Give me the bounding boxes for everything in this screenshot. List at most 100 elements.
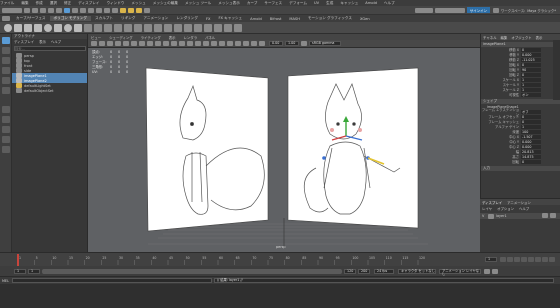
poly-cube-icon[interactable] (14, 23, 22, 32)
menu-mesh-tools[interactable]: メッシュ ツール (185, 1, 211, 6)
menu-display[interactable]: ディスプレイ (78, 1, 99, 6)
step-back-frame-icon[interactable] (514, 257, 520, 262)
go-to-end-icon[interactable] (549, 257, 555, 262)
poly-disc-icon[interactable] (64, 23, 72, 32)
attr-value[interactable]: 0.000 (521, 144, 541, 149)
time-slider[interactable]: 1 5 10 15 20 25 30 35 40 45 50 55 60 65 70 75 80 85 90 95 10… (0, 252, 560, 266)
menu-cache[interactable]: キャッシュ (340, 1, 358, 6)
channel-menu-edit[interactable]: 編集 (501, 35, 508, 40)
safe-action-icon[interactable] (163, 41, 169, 46)
input-field-icon[interactable] (434, 7, 465, 13)
menu-deform[interactable]: デフォーム (289, 1, 307, 6)
viewport-menu-panels[interactable]: パネル (205, 35, 215, 40)
smooth-shade-icon[interactable] (179, 41, 185, 46)
anim-start-field[interactable]: 1 (14, 268, 26, 274)
attr-value[interactable]: 1 (521, 77, 541, 82)
channel-menu-object[interactable]: オブジェクト (511, 35, 531, 40)
tab-xgen[interactable]: XGen (356, 17, 374, 21)
menu-generate[interactable]: 生成 (326, 1, 333, 6)
menu-edit-mesh[interactable]: メッシュの編集 (153, 1, 178, 6)
menuset-dropdown-icon[interactable] (2, 7, 22, 13)
go-to-start-icon[interactable] (500, 257, 506, 262)
use-all-lights-icon[interactable] (203, 41, 209, 46)
multi-cut-icon[interactable] (184, 23, 192, 32)
playback-end-field[interactable]: 120 (344, 268, 356, 274)
symmetry-icon[interactable] (414, 7, 433, 13)
tab-mash[interactable]: MASH (285, 17, 304, 21)
paint-select-tool-icon[interactable] (2, 57, 10, 64)
menu-surfaces[interactable]: サーフェス (264, 1, 282, 6)
command-input[interactable] (11, 278, 212, 283)
attr-value[interactable]: オン (521, 92, 541, 97)
attr-value[interactable]: 90 (521, 67, 541, 72)
render-view-icon[interactable] (120, 7, 126, 13)
rotate-tool-icon[interactable] (2, 77, 10, 84)
wireframe-icon[interactable] (171, 41, 177, 46)
attr-value[interactable]: 1 (521, 124, 541, 129)
planar-map-icon[interactable] (224, 23, 232, 32)
step-forward-frame-icon[interactable] (535, 257, 541, 262)
layer-menu-layers[interactable]: レイヤ (482, 206, 492, 211)
gate-mask-icon[interactable] (147, 41, 153, 46)
select-tool-icon[interactable] (2, 37, 10, 44)
menu-select[interactable]: 選択 (50, 1, 57, 6)
tab-bifrost[interactable]: Bifrost (266, 17, 286, 21)
menu-mesh-display[interactable]: メッシュ表示 (218, 1, 240, 6)
attr-value[interactable]: オフ (521, 109, 541, 114)
current-time-marker[interactable] (17, 254, 19, 266)
select-hierarchy-icon[interactable] (64, 7, 70, 13)
tab-animation[interactable]: アニメーション (139, 16, 172, 21)
textured-icon[interactable] (195, 41, 201, 46)
attr-value[interactable]: 20.813 (521, 149, 541, 154)
shadows-icon[interactable] (211, 41, 217, 46)
lasso-tool-icon[interactable] (2, 47, 10, 54)
select-camera-icon[interactable] (91, 41, 97, 46)
current-frame-field[interactable]: 1 (485, 257, 497, 262)
menu-file[interactable]: ファイル (0, 1, 14, 6)
wireframe-on-shaded-icon[interactable] (187, 41, 193, 46)
layer-menu-options[interactable]: オプション (497, 206, 514, 211)
xray-icon[interactable] (251, 41, 257, 46)
anim-layer-dropdown[interactable]: アニメーション レイヤなし (439, 268, 481, 275)
combine-icon[interactable] (104, 23, 112, 32)
persp-outliner-layout-icon[interactable] (2, 146, 10, 153)
far-clip-field[interactable]: 1.00 (285, 41, 299, 46)
viewport-menu-show[interactable]: 表示 (169, 35, 176, 40)
attr-value[interactable]: 1 (521, 82, 541, 87)
ambient-occlusion-icon[interactable] (219, 41, 225, 46)
new-layer-selected-icon[interactable] (550, 213, 556, 218)
attr-value[interactable]: 0.000 (521, 52, 541, 57)
shelf-gear-icon[interactable] (2, 16, 10, 21)
color-space-field[interactable]: sRGB gamma (309, 41, 341, 46)
image-plane-right[interactable] (287, 67, 419, 229)
menu-mesh[interactable]: メッシュ (131, 1, 145, 6)
outliner-menu-show[interactable]: 表示 (39, 39, 46, 44)
tab-rendering[interactable]: レンダリング (172, 16, 202, 21)
bookmark-icon[interactable] (107, 41, 113, 46)
playback-start-field[interactable]: 1 (28, 268, 40, 274)
attr-value[interactable]: 1 (521, 87, 541, 92)
signin-button[interactable]: サインイン (466, 7, 490, 13)
color-management-icon[interactable] (301, 41, 307, 46)
attr-value[interactable]: 0 (521, 119, 541, 124)
layer-menu-help[interactable]: ヘルプ (519, 206, 529, 211)
redo-icon[interactable] (56, 7, 62, 13)
outliner-menu-display[interactable]: ディスプレイ (14, 39, 34, 44)
outliner-search-input[interactable] (14, 46, 86, 51)
attr-value[interactable]: 14.875 (521, 154, 541, 159)
step-forward-key-icon[interactable] (542, 257, 548, 262)
scale-tool-icon[interactable] (2, 87, 10, 94)
target-weld-icon[interactable] (194, 23, 202, 32)
render-frame-icon[interactable] (128, 7, 134, 13)
auto-map-icon[interactable] (234, 23, 242, 32)
near-clip-field[interactable]: 0.00 (269, 41, 283, 46)
menu-arnold[interactable]: Arnold (365, 1, 377, 5)
boolean-icon[interactable] (134, 23, 142, 32)
image-plane-left[interactable] (145, 67, 269, 232)
attr-row[interactable]: 回転 0 (481, 159, 560, 164)
separate-icon[interactable] (114, 23, 122, 32)
anti-aliasing-icon[interactable] (235, 41, 241, 46)
attr-row[interactable]: 可視性 オン (481, 92, 560, 97)
new-layer-icon[interactable] (542, 213, 548, 218)
new-scene-icon[interactable] (24, 7, 30, 13)
